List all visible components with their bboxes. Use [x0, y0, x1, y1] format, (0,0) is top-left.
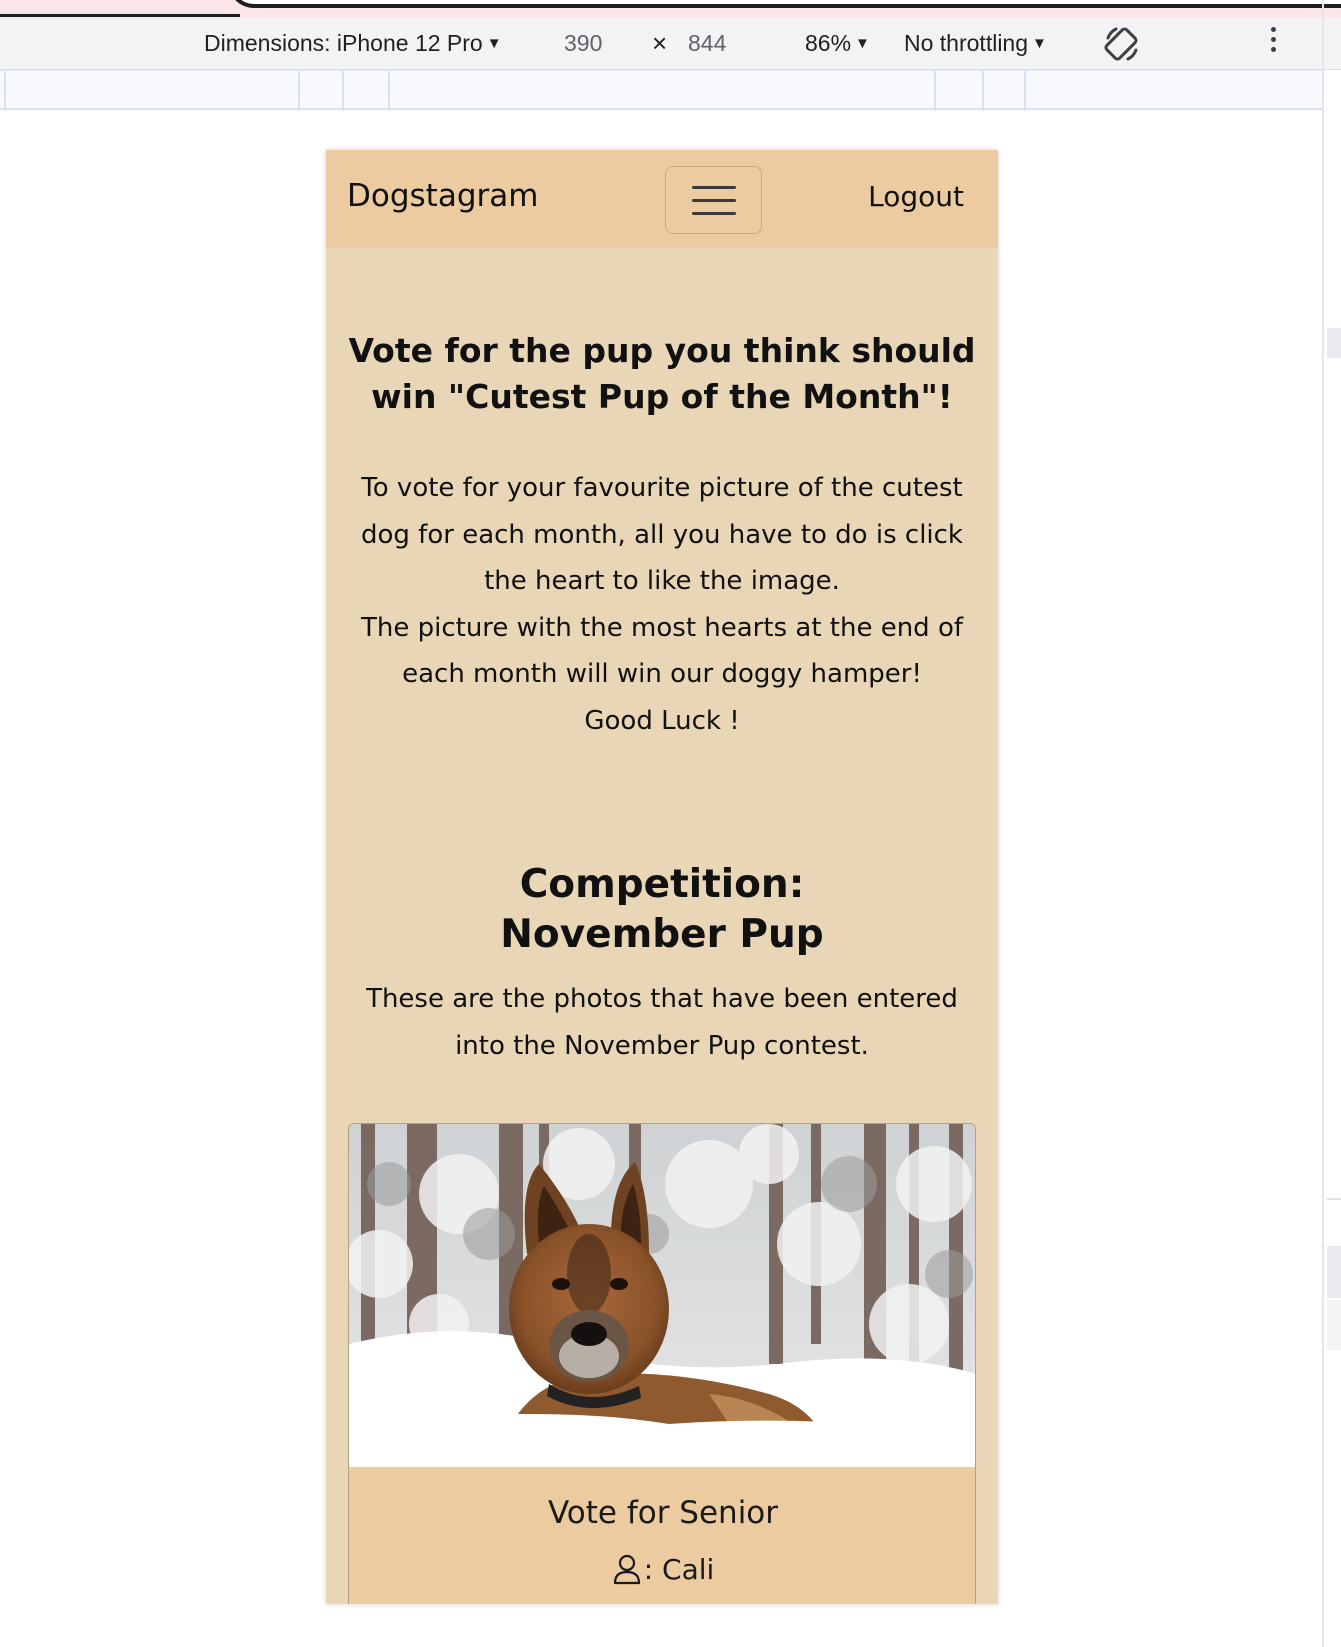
tab-strip-line [0, 14, 240, 17]
dog-photo[interactable] [349, 1124, 976, 1467]
swap-dimensions-icon[interactable]: × [652, 28, 667, 59]
active-tab[interactable] [228, 0, 1341, 8]
logout-link[interactable]: Logout [868, 180, 964, 213]
browser-tab-strip [0, 0, 1341, 18]
hamburger-icon [692, 199, 736, 202]
caret-down-icon: ▼ [855, 35, 870, 52]
viewport-edge [1322, 0, 1324, 1647]
owner-name: Cali [662, 1553, 715, 1586]
entry-card[interactable]: Vote for Senior : Cali [348, 1123, 976, 1604]
dimensions-dropdown[interactable]: Dimensions: iPhone 12 Pro ▼ [204, 30, 502, 57]
throttling-dropdown[interactable]: No throttling ▼ [904, 30, 1047, 57]
dimensions-label: Dimensions: iPhone 12 Pro [204, 30, 483, 56]
hamburger-icon [692, 186, 736, 189]
caret-down-icon: ▼ [1032, 35, 1047, 52]
media-query-ruler [0, 70, 1324, 111]
edge-block [1327, 1300, 1341, 1350]
resize-handle[interactable] [1327, 328, 1341, 358]
intro-heading: Vote for the pup you think should win "C… [348, 331, 976, 416]
competition-title: Competition: November Pup [346, 860, 978, 960]
hamburger-icon [692, 212, 736, 215]
navbar: Dogstagram Logout [326, 150, 998, 248]
zoom-label: 86% [805, 30, 852, 56]
user-icon [613, 1554, 640, 1585]
more-options-icon[interactable] [1270, 27, 1278, 57]
edge-divider [1327, 1198, 1341, 1200]
intro-text: To vote for your favourite picture of th… [346, 465, 978, 744]
vote-title: Vote for Senior [547, 1495, 779, 1531]
throttling-label: No throttling [904, 30, 1029, 56]
navbar-toggle-button[interactable] [665, 166, 762, 234]
intro-line-good-luck: Good Luck ! [584, 705, 740, 736]
competition-description: These are the photos that have been ente… [366, 984, 958, 1061]
intro-line-instructions: To vote for your favourite picture of th… [361, 473, 963, 596]
competition-name: November Pup [500, 912, 824, 957]
rotate-device-icon[interactable] [1102, 24, 1142, 64]
device-viewport: Dogstagram Logout Vote for the pup you t… [326, 150, 998, 1604]
competition-heading: Competition: [519, 862, 805, 907]
width-input[interactable]: 390 [564, 30, 602, 57]
zoom-dropdown[interactable]: 86% ▼ [805, 30, 870, 57]
entry-card-body: Vote for Senior : Cali [349, 1467, 975, 1604]
height-input[interactable]: 844 [688, 30, 726, 57]
intro-line-prize: The picture with the most hearts at the … [360, 612, 964, 690]
caret-down-icon: ▼ [486, 35, 502, 52]
edge-block [1327, 1246, 1341, 1298]
entry-owner: : Cali [349, 1553, 975, 1586]
brand-link[interactable]: Dogstagram [347, 178, 538, 214]
owner-prefix: : [643, 1553, 663, 1586]
